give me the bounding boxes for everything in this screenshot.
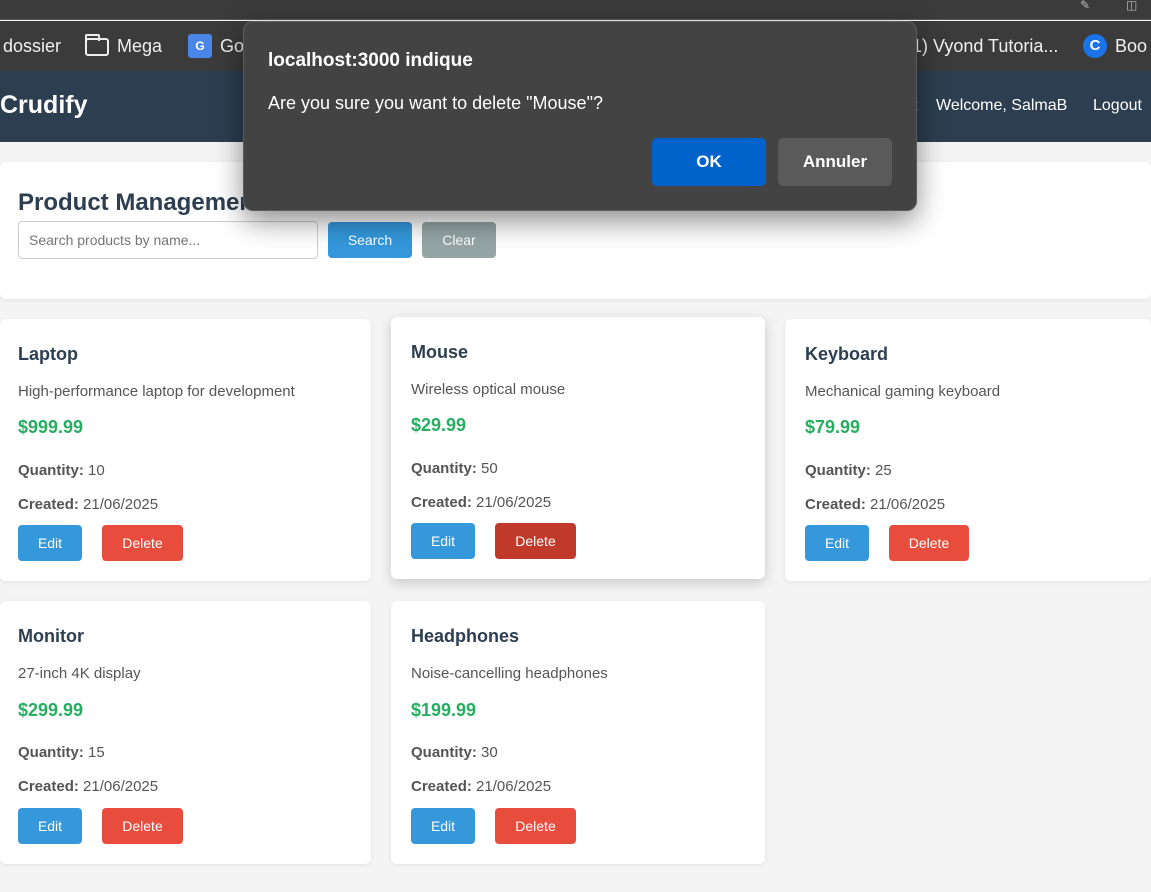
product-price: $29.99 xyxy=(411,415,467,435)
product-name: Mouse xyxy=(411,342,469,362)
product-description: 27-inch 4K display xyxy=(18,665,141,682)
product-created: Created: 21/06/2025 xyxy=(18,778,158,795)
folder-icon xyxy=(85,34,109,56)
created-label: Created: xyxy=(18,496,79,513)
bookmark-boo[interactable]: C Boo xyxy=(1083,21,1147,71)
edit-button[interactable]: Edit xyxy=(411,523,475,559)
welcome-text: Welcome, SalmaB xyxy=(936,97,1068,114)
quantity-label: Quantity: xyxy=(805,462,871,479)
created-value: 21/06/2025 xyxy=(83,778,159,795)
ok-button[interactable]: OK xyxy=(652,138,766,186)
product-created: Created: 21/06/2025 xyxy=(411,494,551,511)
delete-button[interactable]: Delete xyxy=(495,808,576,844)
quantity-value: 30 xyxy=(481,744,498,761)
product-created: Created: 21/06/2025 xyxy=(805,496,945,513)
quantity-value: 15 xyxy=(88,744,105,761)
quantity-label: Quantity: xyxy=(411,460,477,477)
created-label: Created: xyxy=(18,778,79,795)
product-created: Created: 21/06/2025 xyxy=(18,496,158,513)
bookmark-label: Boo xyxy=(1115,35,1148,56)
pen-icon[interactable]: ✎ xyxy=(1080,0,1098,11)
quantity-value: 25 xyxy=(875,462,892,479)
delete-button[interactable]: Delete xyxy=(889,525,969,561)
product-name: Keyboard xyxy=(805,344,889,364)
dialog-title: localhost:3000 indique xyxy=(268,50,473,71)
product-card-laptop: Laptop High-performance laptop for devel… xyxy=(0,319,371,581)
quantity-value: 10 xyxy=(88,462,105,479)
page-title: Product Management xyxy=(18,189,263,216)
bookmark-label: dossier xyxy=(3,35,62,56)
c-icon: C xyxy=(1083,34,1107,58)
created-value: 21/06/2025 xyxy=(476,494,552,511)
product-quantity: Quantity: 10 xyxy=(18,462,105,479)
bookmark-dossier[interactable]: dossier xyxy=(3,21,61,71)
created-label: Created: xyxy=(805,496,866,513)
product-description: High-performance laptop for development xyxy=(18,383,295,400)
brand-logo[interactable]: Crudify xyxy=(0,91,88,120)
created-value: 21/06/2025 xyxy=(870,496,946,513)
quantity-label: Quantity: xyxy=(18,744,84,761)
cancel-button[interactable]: Annuler xyxy=(778,138,892,186)
product-card-mouse: Mouse Wireless optical mouse $29.99 Quan… xyxy=(391,317,765,579)
split-view-icon[interactable]: ◫ xyxy=(1126,0,1144,11)
product-description: Wireless optical mouse xyxy=(411,381,566,398)
search-input[interactable] xyxy=(18,221,318,259)
bookmark-vyond[interactable]: 1) Vyond Tutoria... xyxy=(912,21,1058,71)
product-price: $999.99 xyxy=(18,417,84,437)
product-quantity: Quantity: 25 xyxy=(805,462,892,479)
edit-button[interactable]: Edit xyxy=(18,525,82,561)
product-description: Mechanical gaming keyboard xyxy=(805,383,1001,400)
created-label: Created: xyxy=(411,778,472,795)
bookmark-google-translate[interactable]: G Go xyxy=(188,21,244,71)
created-label: Created: xyxy=(411,494,472,511)
product-created: Created: 21/06/2025 xyxy=(411,778,551,795)
dialog-message: Are you sure you want to delete "Mouse"? xyxy=(268,93,603,113)
product-card-keyboard: Keyboard Mechanical gaming keyboard $79.… xyxy=(785,319,1151,581)
edit-button[interactable]: Edit xyxy=(805,525,869,561)
product-description: Noise-cancelling headphones xyxy=(411,665,608,682)
bookmark-label: Go xyxy=(220,35,245,56)
quantity-label: Quantity: xyxy=(411,744,477,761)
product-card-monitor: Monitor 27-inch 4K display $299.99 Quant… xyxy=(0,601,371,864)
edit-button[interactable]: Edit xyxy=(18,808,82,844)
delete-button[interactable]: Delete xyxy=(102,808,183,844)
created-value: 21/06/2025 xyxy=(476,778,552,795)
product-price: $299.99 xyxy=(18,700,84,720)
quantity-value: 50 xyxy=(481,460,498,477)
edit-button[interactable]: Edit xyxy=(411,808,475,844)
product-card-headphones: Headphones Noise-cancelling headphones $… xyxy=(391,601,765,864)
product-price: $79.99 xyxy=(805,417,861,437)
delete-button[interactable]: Delete xyxy=(102,525,183,561)
created-value: 21/06/2025 xyxy=(83,496,159,513)
quantity-label: Quantity: xyxy=(18,462,84,479)
bookmark-label: Mega xyxy=(117,35,163,56)
confirm-dialog: localhost:3000 indique Are you sure you … xyxy=(243,21,917,211)
delete-button[interactable]: Delete xyxy=(495,523,576,559)
bookmark-label: 1) Vyond Tutoria... xyxy=(912,35,1059,56)
product-name: Monitor xyxy=(18,626,84,646)
product-quantity: Quantity: 15 xyxy=(18,744,105,761)
product-price: $199.99 xyxy=(411,700,477,720)
product-quantity: Quantity: 30 xyxy=(411,744,498,761)
browser-titlebar: ✎ ◫ xyxy=(0,0,1151,20)
logout-link[interactable]: Logout xyxy=(1093,97,1142,115)
clear-button[interactable]: Clear xyxy=(422,222,496,258)
product-quantity: Quantity: 50 xyxy=(411,460,498,477)
product-name: Laptop xyxy=(18,344,78,364)
bookmark-mega[interactable]: Mega xyxy=(85,21,162,71)
search-button[interactable]: Search xyxy=(328,222,412,258)
product-name: Headphones xyxy=(411,626,520,646)
google-translate-icon: G xyxy=(188,34,212,58)
